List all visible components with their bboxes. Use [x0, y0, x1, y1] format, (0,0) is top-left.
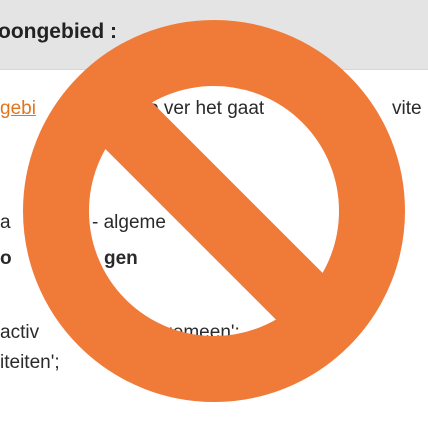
content-line-2-left: a: [0, 212, 11, 233]
content-line-1-tail: vite: [392, 98, 422, 119]
content-line-4-left: activ: [0, 322, 40, 343]
content-line-3-right: gen: [104, 248, 138, 269]
page: oongebied : gebi o ver het gaat vite a -…: [0, 0, 428, 422]
content-line-3-left: o: [0, 248, 12, 269]
content-area: gebi o ver het gaat vite a - algeme o ge…: [0, 70, 428, 422]
header-bar: oongebied :: [0, 0, 428, 70]
content-line-4-right: lgemeen';: [158, 322, 240, 343]
content-link[interactable]: gebi: [0, 98, 36, 119]
content-line-5: iteiten';: [0, 352, 60, 373]
content-line-1: gebi: [0, 98, 36, 120]
header-title: oongebied :: [0, 20, 117, 43]
content-line-1-text: o ver het gaat: [148, 98, 265, 119]
content-line-2-right: - algeme: [92, 212, 166, 233]
